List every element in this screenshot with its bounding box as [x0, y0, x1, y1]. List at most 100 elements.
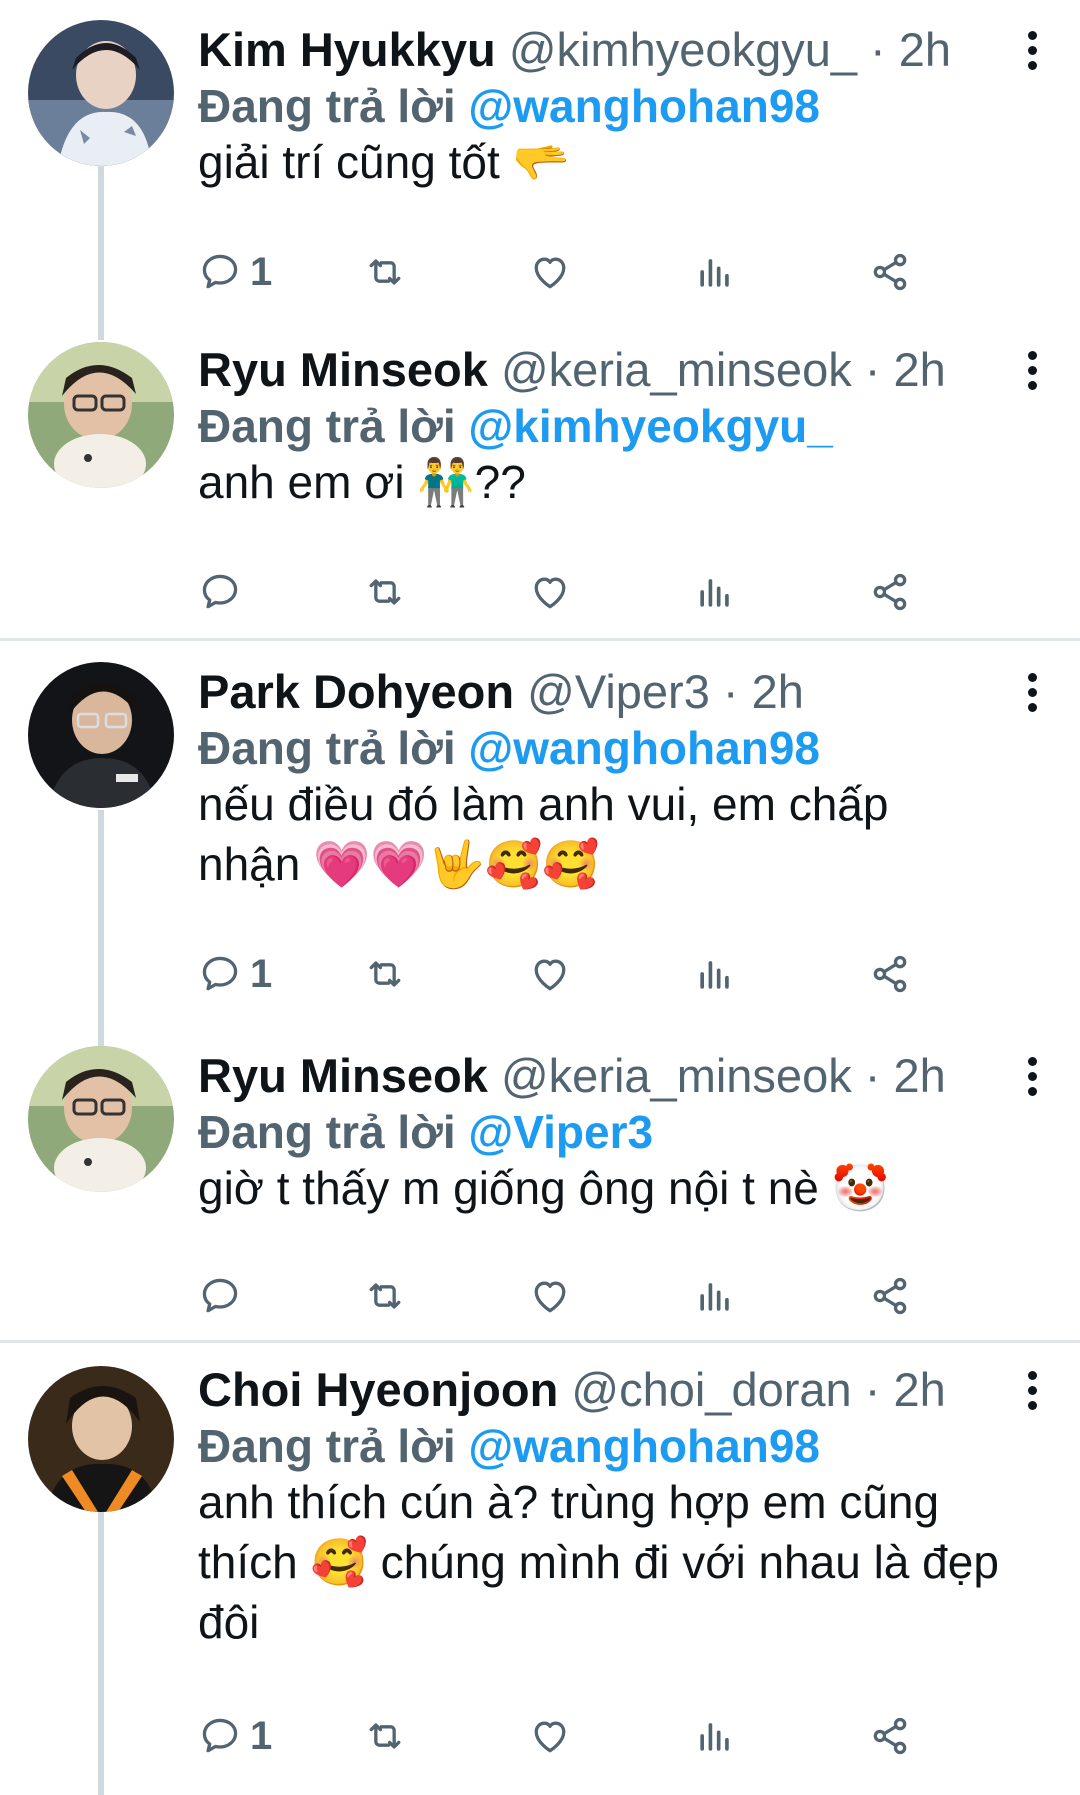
tweet[interactable]: Ryu Minseok @keria_minseok · 2h Đang trả…: [0, 1042, 1080, 1342]
retweet-button[interactable]: [363, 562, 407, 622]
display-name[interactable]: Choi Hyeonjoon: [198, 1363, 558, 1416]
timestamp[interactable]: 2h: [899, 23, 951, 76]
user-handle[interactable]: @Viper3: [527, 665, 710, 718]
tweet[interactable]: Park Dohyeon @Viper3 · 2h Đang trả lời @…: [0, 642, 1080, 1042]
retweet-icon: [369, 579, 401, 605]
like-button[interactable]: [528, 1706, 572, 1766]
more-icon[interactable]: [1022, 662, 1042, 722]
mention-link[interactable]: @wanghohan98: [468, 722, 820, 774]
like-button[interactable]: [528, 242, 572, 302]
separator: ·: [864, 343, 881, 396]
timestamp[interactable]: 2h: [893, 343, 945, 396]
share-button[interactable]: [868, 944, 912, 1004]
reply-icon: [202, 1278, 238, 1313]
separator: ·: [722, 665, 739, 718]
timestamp[interactable]: 2h: [893, 1049, 945, 1102]
retweet-button[interactable]: [363, 944, 407, 1004]
mention-link[interactable]: @wanghohan98: [468, 1420, 820, 1472]
retweet-icon: [369, 961, 401, 987]
like-button[interactable]: [528, 1266, 572, 1326]
views-icon: [700, 579, 729, 607]
tweet-header: Ryu Minseok @keria_minseok · 2h: [198, 340, 1010, 400]
user-handle[interactable]: @keria_minseok: [501, 1049, 852, 1102]
retweet-button[interactable]: [363, 1706, 407, 1766]
user-handle[interactable]: @choi_doran: [571, 1363, 851, 1416]
reply-icon: [202, 574, 238, 609]
replying-to: Đang trả lời @wanghohan98: [198, 1416, 820, 1476]
display-name[interactable]: Ryu Minseok: [198, 343, 488, 396]
timestamp[interactable]: 2h: [893, 1363, 945, 1416]
like-button[interactable]: [528, 944, 572, 1004]
retweet-icon: [369, 259, 401, 285]
mention-link[interactable]: @Viper3: [468, 1106, 653, 1158]
share-icon: [873, 955, 907, 993]
tweet-header: Park Dohyeon @Viper3 · 2h: [198, 662, 1010, 722]
share-button[interactable]: [868, 1266, 912, 1326]
separator: ·: [864, 1049, 881, 1102]
tweet-text: nếu điều đó làm anh vui, em chấp nhận 💗💗…: [198, 778, 889, 890]
tweet[interactable]: Choi Hyeonjoon @choi_doran · 2h Đang trả…: [0, 1344, 1080, 1795]
reply-button[interactable]: 1: [198, 242, 272, 302]
retweet-button[interactable]: [363, 242, 407, 302]
avatar[interactable]: [28, 662, 174, 808]
more-icon[interactable]: [1022, 20, 1042, 80]
mention-link[interactable]: @kimhyeokgyu_: [468, 400, 832, 452]
views-icon: [700, 1723, 729, 1751]
more-icon[interactable]: [1022, 1360, 1042, 1420]
reply-icon: [202, 1718, 238, 1753]
avatar[interactable]: [28, 20, 174, 166]
reply-button[interactable]: 1: [198, 944, 272, 1004]
replying-label: Đang trả lời: [198, 400, 456, 452]
avatar[interactable]: [28, 1366, 174, 1512]
retweet-icon: [369, 1283, 401, 1309]
separator: ·: [870, 23, 886, 76]
tweet[interactable]: Kim Hyukkyu @kimhyeokgyu_ · 2h Đang trả …: [0, 0, 1080, 320]
views-icon: [700, 1283, 729, 1311]
replying-to: Đang trả lời @wanghohan98: [198, 76, 820, 136]
replying-to: Đang trả lời @Viper3: [198, 1102, 653, 1162]
tweet[interactable]: Ryu Minseok @keria_minseok · 2h Đang trả…: [0, 320, 1080, 640]
reply-count: 1: [250, 1713, 273, 1758]
heart-icon: [534, 577, 566, 609]
views-icon: [700, 259, 729, 287]
heart-icon: [534, 257, 566, 289]
user-handle[interactable]: @kimhyeokgyu_: [509, 23, 857, 76]
timestamp[interactable]: 2h: [752, 665, 804, 718]
views-button[interactable]: [693, 1266, 737, 1326]
replying-to: Đang trả lời @wanghohan98: [198, 718, 820, 778]
action-bar: [198, 1266, 1018, 1326]
display-name[interactable]: Kim Hyukkyu: [198, 23, 496, 76]
display-name[interactable]: Ryu Minseok: [198, 1049, 488, 1102]
share-button[interactable]: [868, 562, 912, 622]
share-icon: [873, 1277, 907, 1315]
avatar[interactable]: [28, 342, 174, 488]
reply-button[interactable]: 1: [198, 1706, 272, 1766]
user-handle[interactable]: @keria_minseok: [501, 343, 852, 396]
replying-label: Đang trả lời: [198, 1106, 456, 1158]
tweet-text: anh thích cún à? trùng hợp em cũng thích…: [198, 1476, 999, 1648]
more-icon[interactable]: [1022, 340, 1042, 400]
tweet-text: giải trí cũng tốt 🫳: [198, 136, 570, 188]
heart-icon: [534, 959, 566, 991]
replying-to: Đang trả lời @kimhyeokgyu_: [198, 396, 833, 456]
divider: [0, 1340, 1080, 1343]
display-name[interactable]: Park Dohyeon: [198, 665, 514, 718]
like-button[interactable]: [528, 562, 572, 622]
retweet-button[interactable]: [363, 1266, 407, 1326]
heart-icon: [534, 1281, 566, 1313]
mention-link[interactable]: @wanghohan98: [468, 80, 820, 132]
tweet-text: anh em ơi 👬??: [198, 456, 526, 508]
reply-button[interactable]: [198, 562, 250, 622]
views-button[interactable]: [693, 1706, 737, 1766]
retweet-icon: [369, 1723, 401, 1749]
views-button[interactable]: [693, 242, 737, 302]
share-icon: [873, 573, 907, 611]
reply-button[interactable]: [198, 1266, 250, 1326]
views-button[interactable]: [693, 562, 737, 622]
reply-count: 1: [250, 249, 273, 294]
more-icon[interactable]: [1022, 1046, 1042, 1106]
avatar[interactable]: [28, 1046, 174, 1192]
views-button[interactable]: [693, 944, 737, 1004]
share-button[interactable]: [868, 242, 912, 302]
share-button[interactable]: [868, 1706, 912, 1766]
